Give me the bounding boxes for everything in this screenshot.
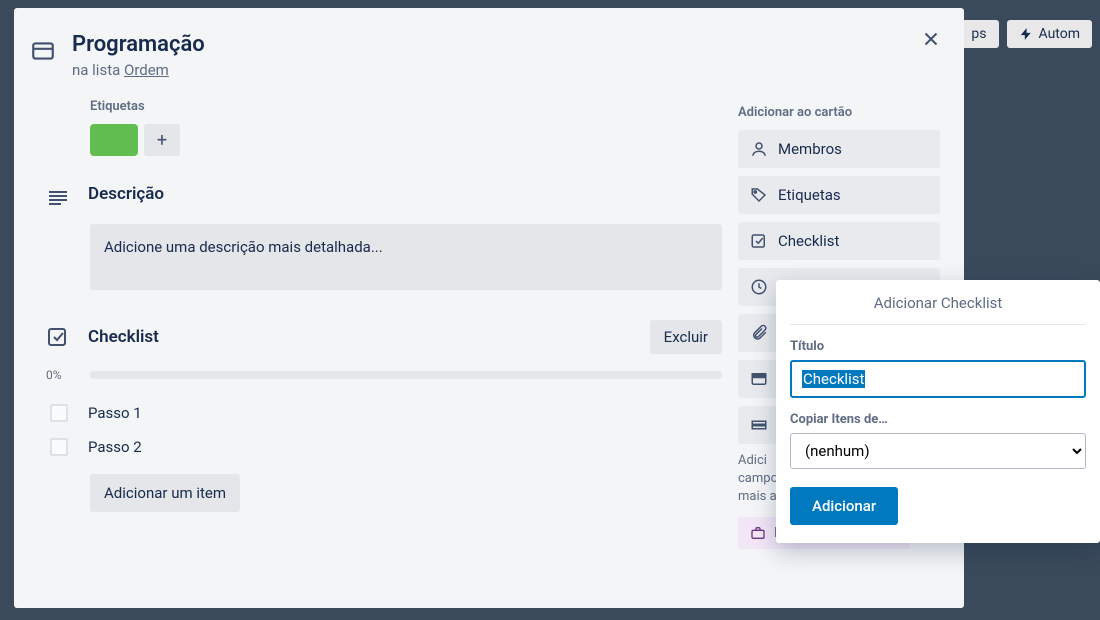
- board-toolbar: ps Autom: [959, 20, 1100, 48]
- labels-section: Etiquetas +: [90, 99, 722, 156]
- checklist-item-label[interactable]: Passo 1: [88, 404, 142, 422]
- automation-label: Autom: [1039, 26, 1080, 42]
- main-column: Etiquetas + Descrição Adicione uma descr…: [30, 99, 738, 549]
- cover-icon: [750, 370, 768, 388]
- person-icon: [750, 140, 768, 158]
- sidebar-section-title: Adicionar ao cartão: [738, 105, 940, 120]
- delete-checklist-button[interactable]: Excluir: [650, 320, 722, 354]
- sidebar-members-button[interactable]: Membros: [738, 130, 940, 168]
- card-in-list: na lista Ordem: [72, 61, 205, 79]
- checklist-item-label[interactable]: Passo 2: [88, 438, 142, 456]
- sidebar-item-label: Etiquetas: [778, 186, 841, 204]
- add-label-button[interactable]: +: [144, 124, 180, 156]
- powerups-button[interactable]: ps: [959, 20, 998, 48]
- checklist-title-input[interactable]: Checklist: [790, 360, 1086, 398]
- sidebar-item-label: Membros: [778, 140, 842, 158]
- add-checklist-popover: Adicionar Checklist Título Checklist Cop…: [776, 280, 1100, 543]
- progress-bar: [90, 371, 722, 379]
- checklist-checkbox[interactable]: [50, 404, 68, 422]
- list-link[interactable]: Ordem: [124, 61, 169, 79]
- progress-percent: 0%: [46, 368, 80, 382]
- description-title: Descrição: [88, 184, 722, 210]
- description-header: Descrição: [30, 184, 722, 210]
- description-icon: [46, 186, 70, 210]
- card-icon: [30, 38, 56, 64]
- popover-submit-button[interactable]: Adicionar: [790, 487, 898, 525]
- in-list-prefix: na lista: [72, 61, 124, 79]
- checklist-item: Passo 2: [46, 430, 722, 464]
- labels-section-title: Etiquetas: [90, 99, 722, 114]
- powerups-label: ps: [971, 26, 986, 42]
- close-modal-button[interactable]: [920, 28, 942, 50]
- briefcase-icon: [750, 525, 766, 541]
- checklist-checkbox[interactable]: [50, 438, 68, 456]
- plus-icon: +: [157, 130, 167, 151]
- sidebar-checklist-button[interactable]: Checklist: [738, 222, 940, 260]
- checklist-section: Checklist Excluir 0% Passo 1 Passo 2 Adi…: [30, 320, 722, 512]
- fields-icon: [750, 416, 768, 434]
- bolt-icon: [1019, 27, 1033, 41]
- tag-icon: [750, 186, 768, 204]
- checklist-item: Passo 1: [46, 396, 722, 430]
- attachment-icon: [750, 324, 768, 342]
- card-header: Programação na lista Ordem: [14, 24, 964, 79]
- clock-icon: [750, 278, 768, 296]
- description-field[interactable]: Adicione uma descrição mais detalhada...: [90, 224, 722, 290]
- automation-button[interactable]: Autom: [1007, 20, 1092, 48]
- input-selected-text: Checklist: [802, 370, 865, 388]
- popover-title-label: Título: [790, 339, 1086, 354]
- popover-title: Adicionar Checklist: [790, 280, 1086, 325]
- card-title[interactable]: Programação: [72, 32, 205, 57]
- popover-copy-label: Copiar Itens de…: [790, 412, 1086, 427]
- sidebar-labels-button[interactable]: Etiquetas: [738, 176, 940, 214]
- checkbox-icon: [750, 232, 768, 250]
- sidebar-item-label: Checklist: [778, 232, 839, 250]
- checklist-icon: [46, 325, 70, 349]
- checklist-title: Checklist: [88, 327, 636, 347]
- copy-items-select[interactable]: (nenhum): [790, 433, 1086, 469]
- close-icon: [920, 28, 942, 50]
- checklist-progress: 0%: [46, 368, 722, 382]
- label-chip-green[interactable]: [90, 124, 138, 156]
- add-checklist-item-button[interactable]: Adicionar um item: [90, 474, 240, 512]
